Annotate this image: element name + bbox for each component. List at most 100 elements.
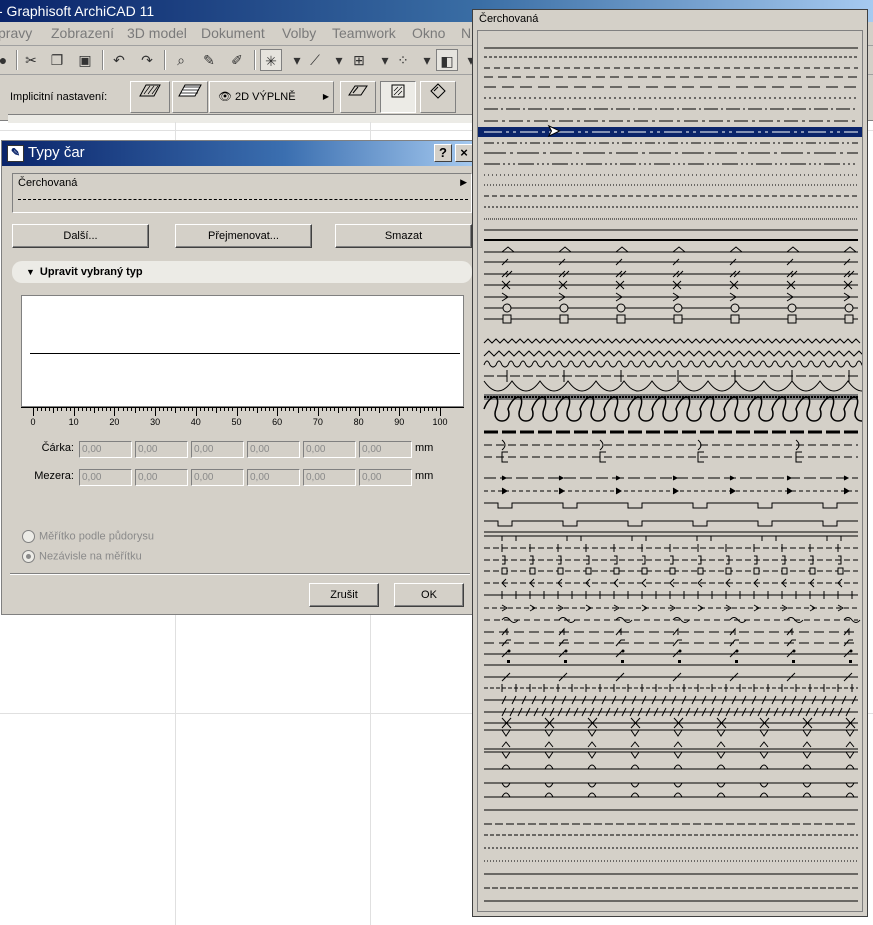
line-type-option[interactable] <box>484 292 858 302</box>
line-type-option-selected[interactable] <box>478 127 862 137</box>
gap-field-2[interactable]: 0,00 <box>135 469 188 486</box>
gap-field-5[interactable]: 0,00 <box>303 469 356 486</box>
line-type-option[interactable] <box>484 729 858 737</box>
grid-dots-icon[interactable]: ⁘ <box>392 49 414 71</box>
next-button[interactable]: Další... <box>12 224 149 248</box>
fill-mode-1-button[interactable] <box>340 81 376 113</box>
undo-icon[interactable]: ↶ <box>108 49 130 71</box>
redo-icon[interactable]: ↷ <box>136 49 158 71</box>
line-type-option[interactable] <box>484 439 858 451</box>
fill-mode-3-button[interactable] <box>420 81 456 113</box>
line-type-option[interactable] <box>483 360 862 368</box>
menu-teamwork[interactable]: Teamwork <box>332 25 396 41</box>
dash-field-2[interactable]: 0,00 <box>135 441 188 458</box>
line-type-option[interactable] <box>484 695 858 705</box>
line-type-option[interactable] <box>484 475 858 481</box>
dropdown-arrow-icon[interactable]: ▾ <box>416 49 438 71</box>
gap-field-1[interactable]: 0,00 <box>79 469 132 486</box>
line-type-option[interactable] <box>484 604 858 612</box>
line-type-option[interactable] <box>484 627 858 636</box>
line-type-option[interactable] <box>484 578 858 588</box>
line-type-option[interactable] <box>484 280 858 290</box>
line-type-option[interactable] <box>484 707 858 717</box>
line-type-option[interactable] <box>484 741 858 750</box>
line-type-option[interactable] <box>483 350 862 357</box>
line-type-option[interactable] <box>483 338 861 344</box>
line-type-option[interactable] <box>484 314 858 324</box>
dialog-title-bar[interactable]: ✎ Typy čar ? × <box>2 141 474 166</box>
line-type-option[interactable] <box>484 672 858 682</box>
line-type-option[interactable] <box>484 751 858 759</box>
zoom-icon[interactable]: ⌕ <box>170 49 192 71</box>
line-type-dropdown-list[interactable]: Čerchovaná <box>472 9 868 917</box>
line-type-option[interactable] <box>484 303 858 313</box>
menu-document[interactable]: Dokument <box>201 25 265 41</box>
syringe-icon[interactable]: ✐ <box>226 49 248 71</box>
line-type-option[interactable] <box>484 520 858 527</box>
line-type-option[interactable] <box>484 258 858 266</box>
copy-icon[interactable]: ❐ <box>46 49 68 71</box>
grid-snap-icon[interactable]: ⊞ <box>348 49 370 71</box>
cut-icon[interactable]: ✂ <box>20 49 42 71</box>
menu-window[interactable]: Okno <box>412 25 445 41</box>
hatch-pattern-button[interactable] <box>172 81 208 113</box>
line-type-option[interactable] <box>484 567 858 575</box>
dash-field-5[interactable]: 0,00 <box>303 441 356 458</box>
line-type-option[interactable] <box>484 270 858 278</box>
cancel-button[interactable]: Zrušit <box>309 583 379 607</box>
fill-mode-2-button[interactable] <box>380 81 416 113</box>
line-type-option[interactable] <box>484 684 858 692</box>
line-type-selector[interactable]: Čerchovaná ▶ <box>12 173 472 213</box>
eyedropper-icon[interactable]: ✎ <box>198 49 220 71</box>
gap-field-6[interactable]: 0,00 <box>359 469 412 486</box>
line-type-option[interactable] <box>484 502 858 509</box>
menu-help[interactable]: N <box>461 25 471 41</box>
hatch-settings-button[interactable] <box>130 81 170 113</box>
line-type-option[interactable] <box>483 396 862 422</box>
line-type-option[interactable] <box>484 555 858 565</box>
snap-icon[interactable]: ✳ <box>260 49 282 71</box>
line-type-option[interactable] <box>484 451 858 463</box>
ok-button[interactable]: OK <box>394 583 464 607</box>
dash-field-6[interactable]: 0,00 <box>359 441 412 458</box>
dash-field-3[interactable]: 0,00 <box>191 441 244 458</box>
line-type-list[interactable] <box>477 30 863 912</box>
menu-3d-model[interactable]: 3D model <box>127 25 187 41</box>
line-type-option[interactable] <box>484 591 858 599</box>
rename-button[interactable]: Přejmenovat... <box>175 224 312 248</box>
delete-button[interactable]: Smazat <box>335 224 472 248</box>
line-type-option[interactable] <box>484 660 858 666</box>
horizontal-scrollbar[interactable] <box>8 114 478 123</box>
help-button[interactable]: ? <box>434 144 452 162</box>
edit-type-section-toggle[interactable]: ▼ Upravit vybraný typ <box>12 261 472 283</box>
scale-independent-radio[interactable]: Nezávisle na měřítku <box>22 550 142 563</box>
line-type-option[interactable] <box>484 649 858 658</box>
dash-field-1[interactable]: 0,00 <box>79 441 132 458</box>
line-type-option[interactable] <box>484 717 858 729</box>
line-type-option[interactable] <box>484 531 858 541</box>
line-type-option[interactable] <box>484 487 858 495</box>
dropdown-arrow-icon[interactable]: ▾ <box>328 49 350 71</box>
guide-line-icon[interactable]: ⟋ <box>304 49 326 71</box>
line-type-option[interactable] <box>484 782 858 788</box>
scale-with-plan-radio[interactable]: Měřítko podle půdorysu <box>22 530 154 543</box>
line-type-option[interactable] <box>484 370 858 382</box>
save-icon[interactable]: ● <box>0 49 14 71</box>
layers-icon[interactable]: ◧ <box>436 49 458 71</box>
line-type-option[interactable] <box>484 544 858 552</box>
gap-field-3[interactable]: 0,00 <box>191 469 244 486</box>
close-button[interactable]: × <box>455 144 473 162</box>
menu-options[interactable]: Volby <box>282 25 316 41</box>
line-type-option[interactable] <box>484 639 858 647</box>
line-type-option[interactable] <box>484 617 861 623</box>
menu-edit[interactable]: pravy <box>0 25 32 41</box>
line-type-option[interactable] <box>484 792 858 798</box>
dash-field-4[interactable]: 0,00 <box>247 441 300 458</box>
menu-view[interactable]: Zobrazení <box>51 25 114 41</box>
line-type-option[interactable] <box>484 764 858 770</box>
gap-field-4[interactable]: 0,00 <box>247 469 300 486</box>
fill-type-dropdown[interactable]: 👁 2D VÝPLNĚ ▶ <box>209 81 334 113</box>
line-type-option[interactable] <box>484 246 858 253</box>
line-type-option[interactable] <box>483 380 862 392</box>
paste-icon[interactable]: ▣ <box>74 49 96 71</box>
